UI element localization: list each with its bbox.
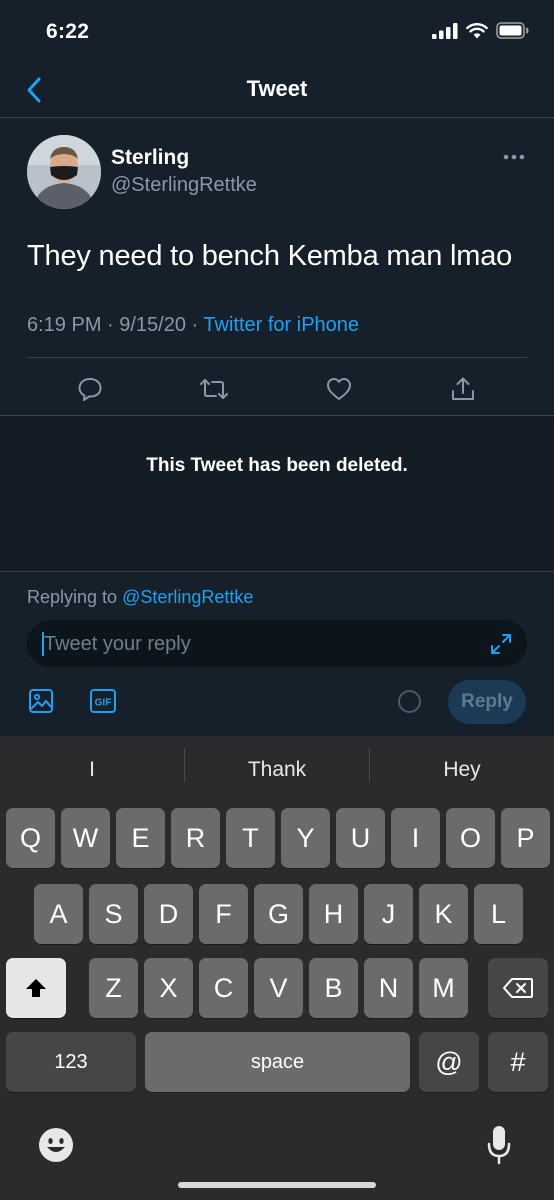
suggestion-3[interactable]: Hey: [370, 748, 554, 792]
character-counter: [398, 690, 421, 713]
battery-icon: [496, 22, 529, 39]
key-f[interactable]: F: [199, 884, 248, 944]
key-v[interactable]: V: [254, 958, 303, 1018]
reply-button[interactable]: Reply: [448, 680, 526, 724]
suggestion-1[interactable]: I: [0, 748, 184, 792]
key-j[interactable]: J: [364, 884, 413, 944]
key-p[interactable]: P: [501, 808, 550, 868]
key-r[interactable]: R: [171, 808, 220, 868]
display-name[interactable]: Sterling: [111, 146, 189, 170]
key-y[interactable]: Y: [281, 808, 330, 868]
key-b[interactable]: B: [309, 958, 358, 1018]
shift-key[interactable]: [6, 958, 66, 1018]
wifi-icon: [466, 22, 488, 38]
status-icons: [432, 22, 530, 39]
shift-icon: [26, 979, 46, 997]
deleted-tweet-text: This Tweet has been deleted.: [146, 455, 408, 476]
key-u[interactable]: U: [336, 808, 385, 868]
reply-composer: Replying to @SterlingRettke Tweet your r…: [0, 573, 554, 736]
tweet-actions: [0, 369, 554, 409]
key-g[interactable]: G: [254, 884, 303, 944]
status-time: 6:22: [46, 20, 90, 43]
replying-to-prefix: Replying to: [27, 587, 123, 607]
share-button[interactable]: [447, 373, 479, 405]
comment-icon: [78, 378, 102, 401]
replying-to-label: Replying to @SterlingRettke: [27, 587, 253, 608]
divider: [27, 357, 527, 358]
share-icon: [452, 377, 474, 400]
heart-icon: [327, 378, 351, 400]
hash-key[interactable]: #: [488, 1032, 548, 1092]
delete-key[interactable]: [488, 958, 548, 1018]
at-key[interactable]: @: [419, 1032, 479, 1092]
expand-composer-button[interactable]: [489, 632, 513, 656]
avatar-photo: [27, 135, 101, 209]
key-k[interactable]: K: [419, 884, 468, 944]
gif-icon: GIF: [90, 689, 116, 713]
key-x[interactable]: X: [144, 958, 193, 1018]
key-t[interactable]: T: [226, 808, 275, 868]
replying-to-mention[interactable]: @SterlingRettke: [122, 587, 253, 607]
deleted-tweet-notice: This Tweet has been deleted.: [0, 417, 554, 572]
expand-icon: [491, 634, 511, 654]
microphone-icon: [487, 1126, 511, 1165]
add-gif-button[interactable]: GIF: [89, 687, 117, 715]
key-q[interactable]: Q: [6, 808, 55, 868]
key-a[interactable]: A: [34, 884, 83, 944]
suggestion-2[interactable]: Thank: [185, 748, 369, 792]
retweet-button[interactable]: [198, 373, 230, 405]
tweet-text: They need to bench Kemba man lmao: [27, 240, 513, 272]
space-key[interactable]: space: [145, 1032, 410, 1092]
tweet-timestamp: 6:19 PM · 9/15/20 ·: [27, 314, 204, 336]
reply-action-button[interactable]: [74, 373, 106, 405]
key-i[interactable]: I: [391, 808, 440, 868]
reply-placeholder: Tweet your reply: [44, 633, 191, 655]
numbers-key[interactable]: 123: [6, 1032, 136, 1092]
key-c[interactable]: C: [199, 958, 248, 1018]
key-m[interactable]: M: [419, 958, 468, 1018]
nav-bar: Tweet: [0, 66, 554, 118]
key-s[interactable]: S: [89, 884, 138, 944]
key-o[interactable]: O: [446, 808, 495, 868]
key-w[interactable]: W: [61, 808, 110, 868]
backspace-icon: [503, 978, 533, 998]
key-d[interactable]: D: [144, 884, 193, 944]
cellular-signal-icon: [432, 22, 458, 39]
tweet: Sterling @SterlingRettke They need to be…: [0, 119, 554, 416]
avatar[interactable]: [27, 135, 101, 209]
retweet-icon: [200, 379, 228, 399]
key-z[interactable]: Z: [89, 958, 138, 1018]
tweet-source[interactable]: Twitter for iPhone: [203, 314, 359, 336]
status-bar: 6:22: [0, 0, 554, 66]
reply-input[interactable]: Tweet your reply: [27, 620, 527, 667]
key-l[interactable]: L: [474, 884, 523, 944]
ellipsis-icon: [503, 154, 525, 160]
like-button[interactable]: [323, 373, 355, 405]
add-image-button[interactable]: [27, 687, 55, 715]
page-title: Tweet: [246, 76, 308, 101]
key-n[interactable]: N: [364, 958, 413, 1018]
key-h[interactable]: H: [309, 884, 358, 944]
image-icon: [29, 689, 53, 713]
gif-label: GIF: [95, 698, 112, 709]
more-options-button[interactable]: [498, 147, 530, 167]
emoji-button[interactable]: [38, 1127, 74, 1163]
key-e[interactable]: E: [116, 808, 165, 868]
user-handle[interactable]: @SterlingRettke: [111, 174, 257, 197]
dictation-button[interactable]: [486, 1124, 512, 1166]
tweet-meta: 6:19 PM · 9/15/20 · Twitter for iPhone: [27, 314, 359, 337]
emoji-icon: [39, 1128, 73, 1162]
home-indicator: [178, 1182, 376, 1188]
